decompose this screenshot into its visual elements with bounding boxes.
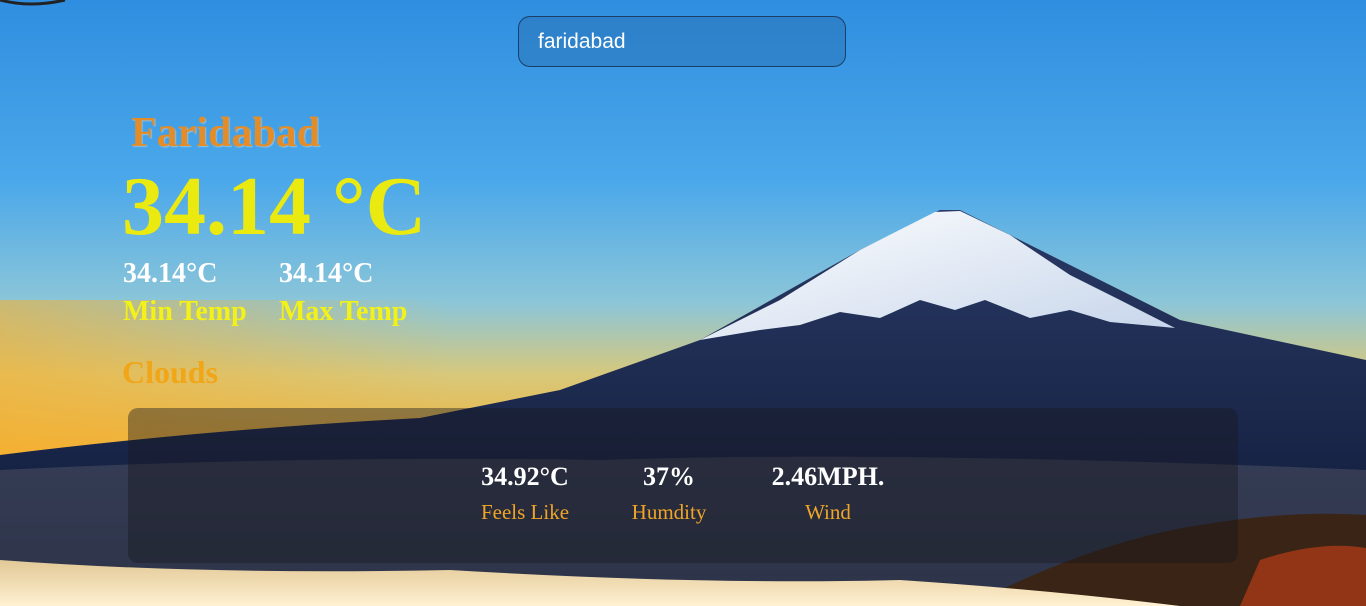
min-temp-block: 34.14°C Min Temp: [123, 258, 247, 329]
min-temp-value: 34.14°C: [123, 258, 218, 289]
max-temp-label: Max Temp: [279, 296, 408, 328]
wind-value: 2.46MPH.: [771, 462, 885, 491]
max-temp-block: 34.14°C Max Temp: [279, 258, 407, 329]
feels-like-label: Feels Like: [480, 500, 570, 524]
wind-stat: 2.46MPH. Wind: [758, 464, 898, 523]
min-temp-label: Min Temp: [123, 296, 247, 328]
humidity-label: Humdity: [631, 500, 707, 524]
max-temp-value: 34.14°C: [279, 258, 374, 289]
feels-like-stat: 34.92°C Feels Like: [470, 464, 580, 523]
details-panel: 34.92°C Feels Like 37% Humdity 2.46MPH. …: [128, 408, 1238, 563]
weather-condition: Clouds: [122, 354, 219, 390]
city-search-input[interactable]: [518, 16, 846, 67]
feels-like-value: 34.92°C: [481, 462, 569, 491]
humidity-stat: 37% Humdity: [619, 464, 719, 523]
current-temperature: 34.14 °C: [122, 160, 427, 253]
humidity-value: 37%: [643, 462, 695, 491]
city-name: Faridabad: [131, 110, 321, 156]
wind-label: Wind: [805, 500, 851, 524]
